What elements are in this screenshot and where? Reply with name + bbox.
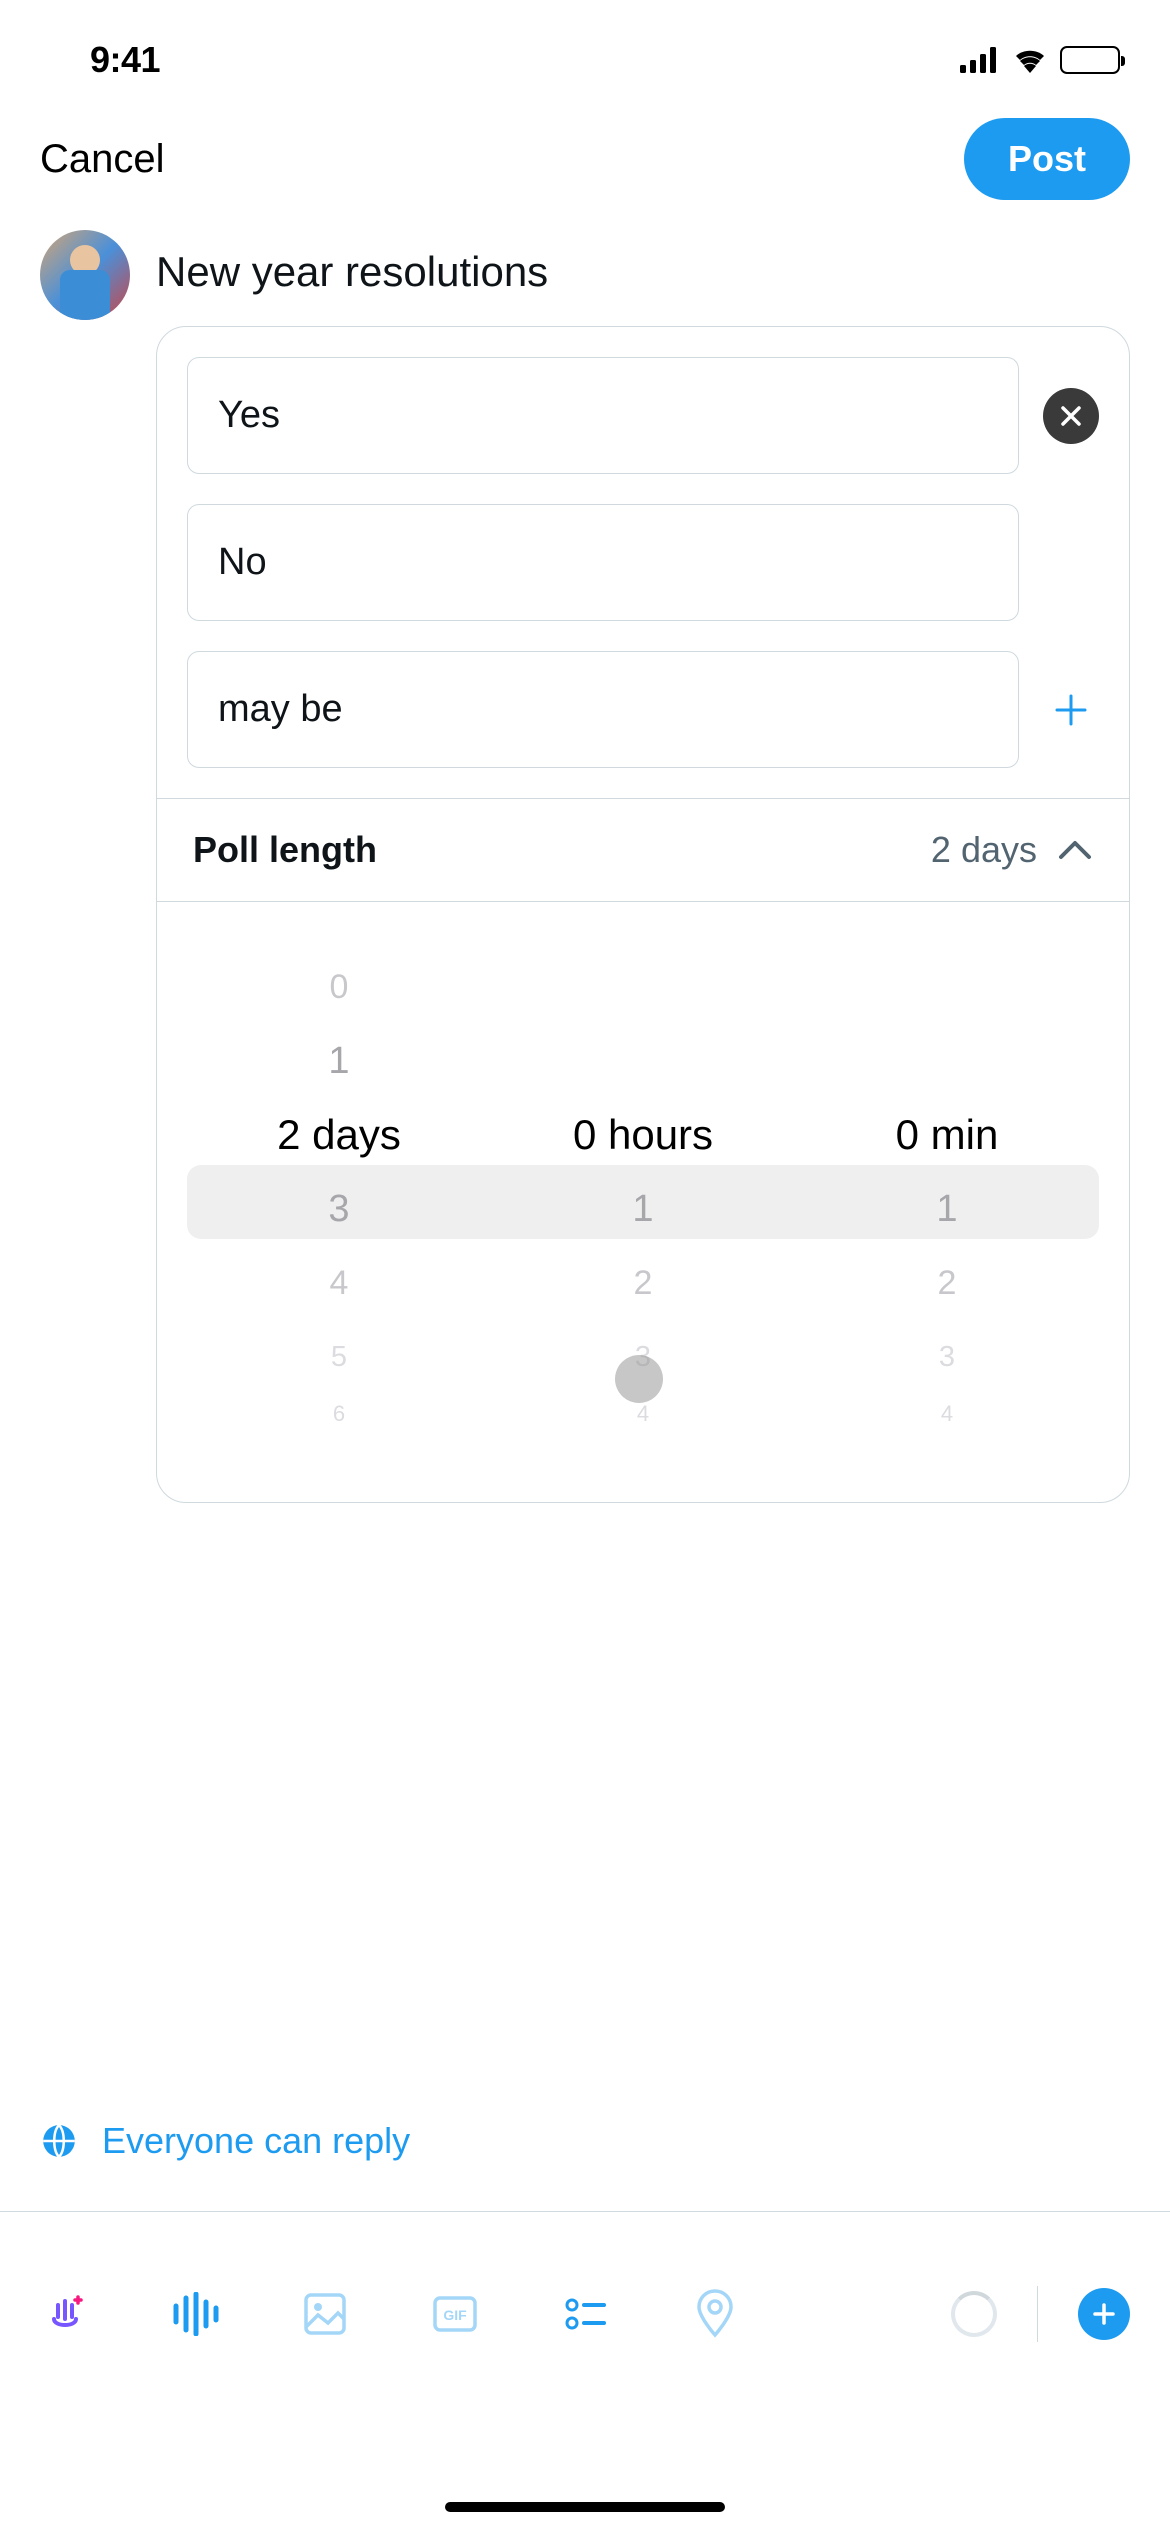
- poll-option-row: Yes: [187, 357, 1099, 474]
- toolbar-separator: [1037, 2286, 1038, 2342]
- poll-option-row: may be: [187, 651, 1099, 768]
- image-button[interactable]: [300, 2289, 350, 2339]
- character-count-progress: [951, 2291, 997, 2337]
- picker-hours-column[interactable]: 0 hours 1 2 3 4: [491, 950, 795, 1434]
- remove-poll-button[interactable]: [1043, 388, 1099, 444]
- status-time: 9:41: [90, 39, 160, 81]
- reply-settings-button[interactable]: Everyone can reply: [40, 2120, 410, 2162]
- status-icons: [960, 46, 1120, 74]
- close-icon: [1059, 404, 1083, 428]
- compose-toolbar: GIF: [0, 2286, 1170, 2342]
- picker-days-column[interactable]: 0 1 2 days 3 4 5 6: [187, 950, 491, 1434]
- wifi-icon: [1012, 47, 1048, 73]
- poll-option-input-3[interactable]: may be: [187, 651, 1019, 768]
- plus-icon: [1051, 690, 1091, 730]
- poll-length-picker: 0 1 2 days 3 4 5 6 0 hours 1 2: [157, 902, 1129, 1502]
- poll-option-row: No: [187, 504, 1099, 621]
- audio-button[interactable]: [170, 2289, 220, 2339]
- home-indicator: [445, 2502, 725, 2512]
- location-icon: [695, 2289, 735, 2339]
- poll-option-input-2[interactable]: No: [187, 504, 1019, 621]
- reply-settings-text: Everyone can reply: [102, 2120, 410, 2162]
- chevron-up-icon: [1057, 839, 1093, 861]
- plus-icon: [1091, 2301, 1117, 2327]
- poll-icon: [562, 2291, 608, 2337]
- svg-text:GIF: GIF: [443, 2307, 467, 2323]
- poll-options: Yes No may be: [157, 327, 1129, 798]
- cellular-signal-icon: [960, 47, 1000, 73]
- add-poll-option-button[interactable]: [1043, 682, 1099, 738]
- post-button[interactable]: Post: [964, 118, 1130, 200]
- cancel-button[interactable]: Cancel: [40, 137, 165, 182]
- post-text-input[interactable]: New year resolutions: [156, 230, 1130, 326]
- battery-icon: [1060, 46, 1120, 74]
- status-bar: 9:41: [0, 0, 1170, 100]
- gif-icon: GIF: [431, 2290, 479, 2338]
- toolbar-divider: [0, 2211, 1170, 2212]
- poll-length-value: 2 days: [931, 829, 1093, 871]
- audio-wave-icon: [170, 2292, 220, 2336]
- poll-card: Yes No may be Poll length: [156, 326, 1130, 1503]
- add-thread-button[interactable]: [1078, 2288, 1130, 2340]
- spaces-button[interactable]: [40, 2289, 90, 2339]
- gif-button[interactable]: GIF: [430, 2289, 480, 2339]
- compose-area: New year resolutions Yes No may be: [0, 230, 1170, 1503]
- spaces-icon: [40, 2289, 90, 2339]
- globe-icon: [40, 2122, 78, 2160]
- image-icon: [302, 2291, 348, 2337]
- poll-length-label: Poll length: [193, 829, 377, 871]
- compose-header: Cancel Post: [0, 100, 1170, 230]
- picker-minutes-column[interactable]: 0 min 1 2 3 4: [795, 950, 1099, 1434]
- poll-option-input-1[interactable]: Yes: [187, 357, 1019, 474]
- avatar[interactable]: [40, 230, 130, 320]
- poll-length-toggle[interactable]: Poll length 2 days: [157, 798, 1129, 902]
- location-button[interactable]: [690, 2289, 740, 2339]
- touch-indicator: [615, 1355, 663, 1403]
- poll-button[interactable]: [560, 2289, 610, 2339]
